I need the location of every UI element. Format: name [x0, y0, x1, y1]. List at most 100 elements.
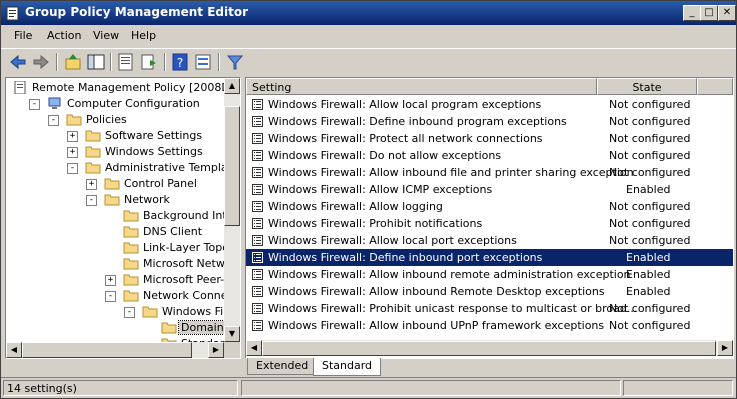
export-list-icon[interactable] — [139, 52, 159, 72]
table-row[interactable]: Windows Firewall: Allow logging Not confi… — [246, 198, 733, 215]
tree-node-label: Windows Settings — [105, 145, 203, 158]
scroll-down-icon[interactable]: ▼ — [224, 326, 240, 342]
policy-setting-icon — [252, 269, 263, 280]
folder-icon — [85, 130, 101, 142]
policy-setting-icon — [252, 201, 263, 212]
policy-setting-icon — [252, 150, 263, 161]
policy-setting-icon — [252, 303, 263, 314]
scroll-up-icon[interactable]: ▲ — [224, 78, 240, 94]
expand-icon[interactable]: + — [67, 147, 78, 158]
setting-state: Not configured — [609, 115, 691, 128]
table-row[interactable]: Windows Firewall: Allow inbound file and… — [246, 164, 733, 181]
status-panel-2 — [241, 380, 621, 396]
show-hide-tree-icon[interactable] — [86, 52, 106, 72]
folder-icon — [66, 114, 82, 126]
setting-state: Enabled — [626, 183, 671, 196]
status-panel-3 — [623, 380, 733, 396]
table-row[interactable]: Windows Firewall: Allow inbound remote a… — [246, 266, 733, 283]
scroll-thumb-horizontal[interactable] — [262, 341, 716, 356]
menu-help[interactable]: Help — [131, 29, 156, 42]
column-header-state[interactable]: State — [597, 78, 697, 95]
scroll-right-icon[interactable]: ▶ — [208, 342, 224, 358]
status-text: 14 setting(s) — [3, 380, 238, 396]
settings-list[interactable]: Setting State Windows Firewall: Allow lo… — [245, 77, 734, 359]
expand-icon[interactable]: + — [105, 275, 116, 286]
tree-vertical-scrollbar[interactable]: ▲ ▼ — [224, 78, 240, 342]
setting-name: Windows Firewall: Prohibit notifications — [268, 217, 483, 230]
list-horizontal-scrollbar[interactable]: ◀ ▶ — [246, 340, 733, 356]
policy-setting-icon — [252, 133, 263, 144]
expand-icon[interactable]: + — [86, 179, 97, 190]
folder-icon — [123, 242, 139, 254]
setting-state: Not configured — [609, 149, 691, 162]
setting-name: Windows Firewall: Do not allow exception… — [268, 149, 502, 162]
setting-name: Windows Firewall: Prohibit unicast respo… — [268, 302, 638, 315]
column-header-setting[interactable]: Setting — [246, 78, 597, 95]
tree-horizontal-scrollbar[interactable]: ◀ ▶ — [6, 342, 224, 358]
table-row[interactable]: Windows Firewall: Define inbound port ex… — [246, 249, 733, 266]
close-button[interactable]: ✕ — [718, 5, 736, 21]
up-icon[interactable] — [63, 52, 83, 72]
forward-icon[interactable] — [31, 52, 51, 72]
table-row[interactable]: Windows Firewall: Allow inbound Remote D… — [246, 283, 733, 300]
collapse-icon[interactable]: - — [29, 99, 40, 110]
policy-setting-icon — [252, 184, 263, 195]
menu-action[interactable]: Action — [47, 29, 81, 42]
folder-icon — [85, 162, 101, 174]
help-icon[interactable]: ? — [170, 52, 190, 72]
table-row[interactable]: Windows Firewall: Allow local port excep… — [246, 232, 733, 249]
console-tree[interactable]: Remote Management Policy [2008DC1.c-Comp… — [5, 77, 241, 359]
menu-file[interactable]: File — [14, 29, 32, 42]
collapse-icon[interactable]: - — [105, 291, 116, 302]
folder-icon — [85, 146, 101, 158]
main-window: Group Policy Management Editor _ □ ✕ Fil… — [0, 0, 737, 399]
title-bar[interactable]: Group Policy Management Editor _ □ ✕ — [1, 1, 736, 25]
scroll-left-icon[interactable]: ◀ — [6, 342, 22, 358]
setting-name: Windows Firewall: Allow inbound file and… — [268, 166, 634, 179]
table-row[interactable]: Windows Firewall: Define inbound program… — [246, 113, 733, 130]
folder-icon — [142, 306, 158, 318]
maximize-button[interactable]: □ — [700, 5, 718, 21]
filter-icon[interactable] — [225, 52, 245, 72]
tree-node-label: Software Settings — [105, 129, 203, 142]
minimize-button[interactable]: _ — [683, 5, 701, 21]
collapse-icon[interactable]: - — [67, 163, 78, 174]
svg-text:?: ? — [177, 56, 183, 70]
menu-view[interactable]: View — [93, 29, 119, 42]
menu-bar: File Action View Help — [1, 26, 736, 46]
collapse-icon[interactable]: - — [124, 307, 135, 318]
table-row[interactable]: Windows Firewall: Allow inbound UPnP fra… — [246, 317, 733, 334]
properties-icon[interactable] — [116, 52, 136, 72]
tree-node-label: Windows Firewa — [162, 305, 224, 318]
table-row[interactable]: Windows Firewall: Prohibit unicast respo… — [246, 300, 733, 317]
setting-state: Not configured — [609, 200, 691, 213]
table-row[interactable]: Windows Firewall: Prohibit notifications… — [246, 215, 733, 232]
tree-node-label: Microsoft Peer-to-Pe — [143, 273, 224, 286]
scroll-thumb[interactable] — [224, 106, 240, 226]
table-row[interactable]: Windows Firewall: Protect all network co… — [246, 130, 733, 147]
view-icon[interactable] — [193, 52, 213, 72]
back-icon[interactable] — [8, 52, 28, 72]
policy-setting-icon — [252, 235, 263, 246]
group-policy-icon — [6, 6, 19, 21]
setting-name: Windows Firewall: Allow logging — [268, 200, 443, 213]
expand-icon[interactable]: + — [67, 131, 78, 142]
tree-node-label: Microsoft Network M — [143, 257, 224, 270]
scroll-left-icon[interactable]: ◀ — [246, 340, 262, 356]
setting-name: Windows Firewall: Allow inbound remote a… — [268, 268, 631, 281]
tab-standard[interactable]: Standard — [313, 358, 382, 376]
tree-node-label: Link-Layer Topology — [143, 241, 224, 254]
table-row[interactable]: Windows Firewall: Allow local program ex… — [246, 96, 733, 113]
tab-extended[interactable]: Extended — [247, 358, 318, 375]
collapse-icon[interactable]: - — [86, 195, 97, 206]
policy-setting-icon — [252, 252, 263, 263]
scroll-right-icon[interactable]: ▶ — [717, 340, 733, 356]
table-row[interactable]: Windows Firewall: Do not allow exception… — [246, 147, 733, 164]
tree-node-label: DNS Client — [143, 225, 203, 238]
table-row[interactable]: Windows Firewall: Allow ICMP exceptions E… — [246, 181, 733, 198]
policy-setting-icon — [252, 99, 263, 110]
tree-node-label: Remote Management Policy [2008DC1.c — [32, 81, 224, 94]
collapse-icon[interactable]: - — [48, 115, 59, 126]
scroll-thumb-horizontal[interactable] — [22, 342, 192, 358]
policy-setting-icon — [252, 218, 263, 229]
